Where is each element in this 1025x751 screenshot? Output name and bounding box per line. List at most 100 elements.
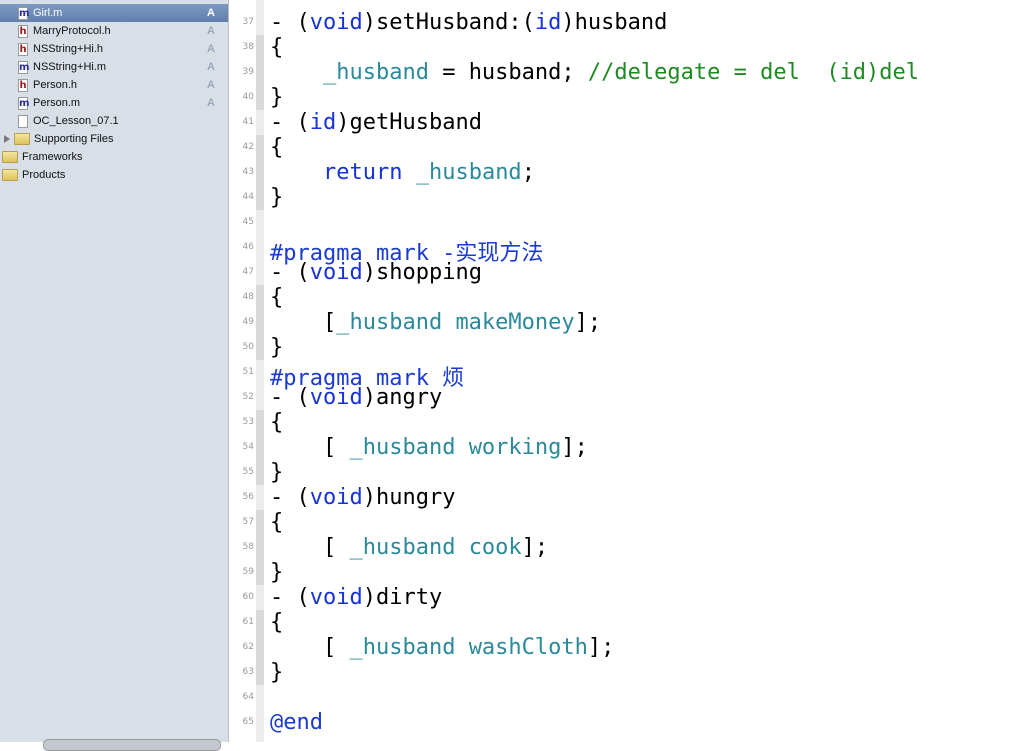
line-number: 52 — [242, 392, 254, 402]
file-item[interactable]: Products — [0, 166, 228, 184]
code-line[interactable]: { — [270, 510, 283, 535]
file-item[interactable]: m Girl.m A — [0, 4, 228, 22]
code-text: { — [270, 510, 284, 535]
file-item[interactable]: m NSString+Hi.m A — [0, 58, 228, 76]
file-item[interactable]: Supporting Files — [0, 130, 228, 148]
code-line[interactable]: - (void)hungry — [270, 485, 455, 510]
code-line[interactable]: [ _husband working]; — [270, 435, 588, 460]
disclosure-triangle-icon[interactable] — [4, 135, 10, 143]
code-line[interactable]: } — [270, 460, 283, 485]
code-text: )husband — [561, 10, 668, 35]
line-number: 62 — [242, 642, 254, 652]
code-line[interactable]: } — [270, 85, 283, 110]
code-text: { — [270, 135, 284, 160]
file-label: Frameworks — [22, 151, 83, 163]
line-number: 53 — [242, 417, 254, 427]
line-number: 45 — [242, 217, 254, 227]
code-text: - ( — [270, 110, 310, 135]
project-navigator: m Girl.m Ah MarryProtocol.h Ah NSString+Hi.h A… — [0, 0, 229, 742]
file-item[interactable]: h Person.h A — [0, 76, 228, 94]
code-text: ; — [521, 160, 535, 185]
line-number: 56 — [242, 492, 254, 502]
fold-region[interactable] — [256, 35, 264, 110]
code-text: { — [270, 35, 284, 60]
code-text: ]; — [587, 635, 615, 660]
code-line[interactable]: #pragma mark 烦 — [270, 360, 464, 391]
code-line[interactable]: } — [270, 335, 283, 360]
file-item[interactable]: h NSString+Hi.h A — [0, 40, 228, 58]
m-file-icon: m — [18, 6, 30, 20]
code-text: [ — [270, 535, 350, 560]
line-number: 55 — [242, 467, 254, 477]
folder-icon — [2, 151, 18, 163]
code-line[interactable]: [ _husband cook]; — [270, 535, 548, 560]
code-text: } — [270, 460, 284, 485]
code-line[interactable]: { — [270, 35, 283, 60]
scm-status-badge: A — [207, 25, 215, 37]
code-text: ]; — [521, 535, 549, 560]
file-item[interactable]: Frameworks — [0, 148, 228, 166]
file-label: Person.h — [33, 79, 78, 91]
line-number: 40 — [242, 92, 254, 102]
file-item[interactable]: OC_Lesson_07.1 — [0, 112, 228, 130]
line-number: 38 — [242, 42, 254, 52]
code-line[interactable]: return _husband; — [270, 160, 535, 185]
code-line[interactable]: { — [270, 285, 283, 310]
directive: @end — [270, 710, 323, 735]
code-text: } — [270, 185, 284, 210]
ivar: _husband makeMoney — [336, 310, 575, 335]
ivar: _husband working — [349, 435, 562, 460]
code-line[interactable]: { — [270, 410, 283, 435]
fold-region[interactable] — [256, 610, 264, 685]
folder-icon — [14, 133, 30, 145]
line-number: 61 — [242, 617, 254, 627]
line-number: 37 — [242, 17, 254, 27]
code-line[interactable]: } — [270, 185, 283, 210]
line-number: 51 — [242, 367, 254, 377]
code-text: )angry — [362, 385, 443, 410]
line-number: 48 — [242, 292, 254, 302]
code-line[interactable]: } — [270, 560, 283, 585]
code-text: - ( — [270, 385, 310, 410]
code-line[interactable]: - (void)shopping — [270, 260, 482, 285]
code-line[interactable]: { — [270, 610, 283, 635]
sidebar-scrollbar[interactable] — [43, 739, 221, 751]
fold-region[interactable] — [256, 510, 264, 585]
file-label: MarryProtocol.h — [33, 25, 111, 37]
code-line[interactable]: - (id)getHusband — [270, 110, 482, 135]
code-line[interactable]: _husband = husband; //delegate = del (id… — [270, 60, 919, 85]
ivar: _husband — [415, 160, 522, 185]
scm-status-badge: A — [207, 79, 215, 91]
code-line[interactable]: - (void)setHusband:(id)husband — [270, 10, 667, 35]
code-text: )getHusband — [336, 110, 482, 135]
code-line[interactable]: { — [270, 135, 283, 160]
file-item[interactable]: m Person.m A — [0, 94, 228, 112]
line-number: 49 — [242, 317, 254, 327]
scm-status-badge: A — [207, 7, 215, 19]
file-item[interactable]: h MarryProtocol.h A — [0, 22, 228, 40]
line-number: 59 — [242, 567, 254, 577]
code-line[interactable]: @end — [270, 710, 323, 735]
code-line[interactable]: [ _husband washCloth]; — [270, 635, 614, 660]
file-label: Girl.m — [33, 7, 63, 19]
fold-region[interactable] — [256, 410, 264, 485]
line-number: 50 — [242, 342, 254, 352]
code-line[interactable]: - (void)dirty — [270, 585, 442, 610]
code-line[interactable]: #pragma mark -实现方法 — [270, 235, 543, 266]
line-number: 46 — [242, 242, 254, 252]
line-number: 60 — [242, 592, 254, 602]
fold-region[interactable] — [256, 135, 264, 210]
ivar: _husband washCloth — [349, 635, 588, 660]
code-text: )hungry — [362, 485, 456, 510]
code-text: { — [270, 610, 284, 635]
code-line[interactable]: } — [270, 660, 283, 685]
line-number: 58 — [242, 542, 254, 552]
code-line[interactable]: [_husband makeMoney]; — [270, 310, 601, 335]
line-number: 43 — [242, 167, 254, 177]
code-text: [ — [270, 635, 350, 660]
code-line[interactable]: - (void)angry — [270, 385, 442, 410]
keyword: void — [309, 585, 363, 610]
code-text: } — [270, 335, 284, 360]
line-number: 65 — [242, 717, 254, 727]
fold-region[interactable] — [256, 285, 264, 360]
